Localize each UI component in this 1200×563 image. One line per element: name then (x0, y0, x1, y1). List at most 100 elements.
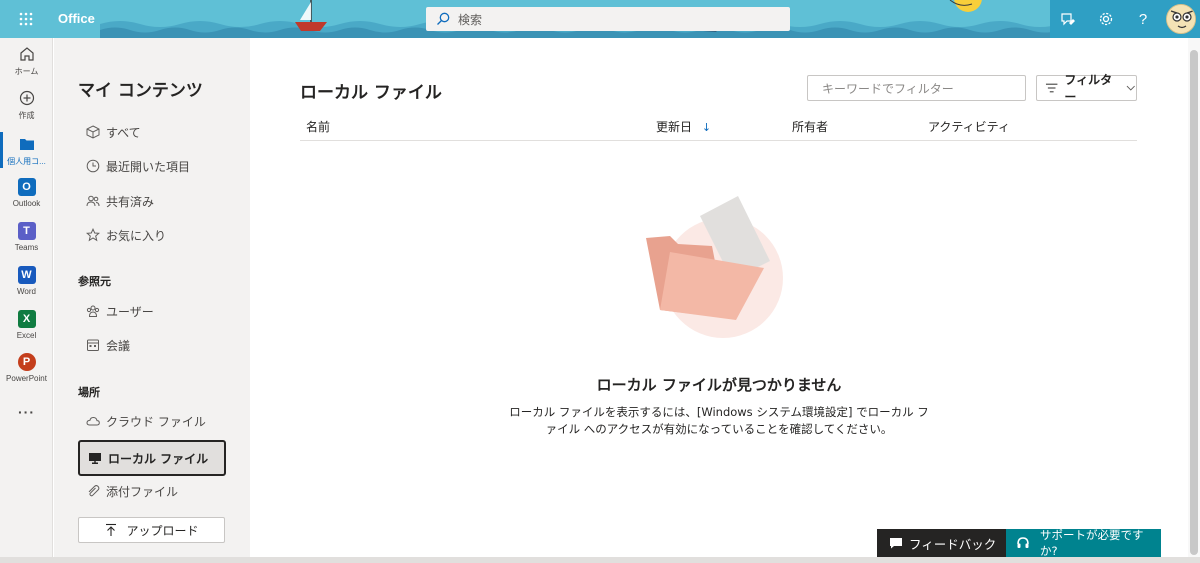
rail-item-excel[interactable]: X Excel (0, 309, 53, 349)
rail-label-create: 作成 (18, 111, 35, 120)
page-title: ローカル ファイル (300, 83, 442, 103)
group-icon (86, 305, 100, 317)
nav-label-people: ユーザー (106, 304, 154, 319)
empty-state-title: ローカル ファイルが見つかりません (596, 376, 842, 394)
nav-item-cloud-files[interactable]: クラウド ファイル (78, 407, 226, 435)
rail-label-home: ホーム (14, 67, 39, 76)
nav-item-local-files[interactable]: ローカル ファイル (78, 440, 226, 476)
chevron-down-icon (1127, 85, 1136, 91)
calendar-icon (87, 339, 99, 351)
vertical-scrollbar[interactable] (1188, 38, 1200, 558)
rail-label-my-content: 個人用コ... (7, 157, 46, 166)
home-icon (19, 47, 34, 61)
rail-item-powerpoint[interactable]: P PowerPoint (0, 352, 53, 392)
outlook-icon: O (17, 178, 36, 196)
filter-button[interactable]: フィルター (1036, 73, 1137, 104)
help-button[interactable]: ? (1133, 9, 1153, 29)
app-rail: ホーム 作成 個人用コ... O Outlook T Teams W Word (0, 38, 53, 563)
support-label: サポートが必要ですか? (1039, 528, 1144, 558)
chat-bubble-icon (890, 538, 902, 549)
nav-item-meetings[interactable]: 会議 (78, 331, 226, 359)
office-brand-link[interactable]: Office (58, 11, 95, 26)
people-icon (86, 195, 100, 207)
rail-item-word[interactable]: W Word (0, 265, 53, 305)
gear-icon (1099, 12, 1113, 26)
settings-button[interactable] (1096, 9, 1116, 29)
nav-item-attachments[interactable]: 添付ファイル (78, 477, 226, 505)
waffle-icon (19, 12, 33, 26)
filter-label: フィルター (1064, 73, 1113, 104)
cloud-icon (86, 416, 100, 426)
clock-icon (86, 159, 100, 173)
content-nav: マイ コンテンツ すべて 最近開いた項目 共有済み お気に入り 参照元 ユーザー… (54, 38, 250, 563)
nav-label-favorites: お気に入り (106, 228, 167, 243)
rail-label-word: Word (17, 287, 36, 296)
teams-icon: T (17, 222, 36, 240)
empty-state-description: ローカル ファイルを表示するには、[Windows システム環境設定] でローカ… (509, 405, 929, 436)
rail-label-powerpoint: PowerPoint (6, 374, 47, 383)
column-header-name[interactable]: 名前 (306, 118, 330, 135)
nav-item-all[interactable]: すべて (78, 118, 226, 146)
feedback-label: フィードバック (909, 536, 997, 552)
excel-icon: X (17, 310, 36, 328)
rail-item-my-content[interactable]: 個人用コ... (0, 132, 53, 174)
nav-section-browse: 参照元 (78, 275, 111, 288)
column-header-modified-label: 更新日 (656, 120, 693, 134)
rail-more-apps-button[interactable]: ··· (0, 402, 53, 442)
column-header-owner[interactable]: 所有者 (792, 118, 828, 135)
search-placeholder: 検索 (458, 12, 483, 27)
filter-lines-icon (1045, 83, 1058, 93)
support-button[interactable]: サポートが必要ですか? (1006, 528, 1161, 558)
nav-label-shared: 共有済み (106, 194, 155, 209)
column-header-activity[interactable]: アクティビティ (928, 118, 1010, 135)
nav-item-shared[interactable]: 共有済み (78, 187, 226, 215)
scrollbar-thumb[interactable] (1190, 50, 1198, 555)
nav-label-attachments: 添付ファイル (106, 484, 179, 499)
create-icon (19, 90, 34, 106)
nav-label-cloud-files: クラウド ファイル (106, 414, 206, 429)
top-header: Office 検索 ? (0, 0, 1200, 38)
rail-label-outlook: Outlook (12, 199, 41, 208)
user-avatar[interactable] (1166, 4, 1196, 34)
feedback-button[interactable]: フィードバック (877, 529, 1006, 557)
nav-label-recent: 最近開いた項目 (106, 159, 191, 174)
whats-new-button[interactable] (1058, 9, 1078, 29)
upload-label: アップロード (126, 523, 199, 538)
main-content: ローカル ファイル キーワードでフィルター フィルター 名前 更新日 ↓ 所有者… (250, 38, 1188, 563)
column-divider (300, 140, 1137, 141)
nav-item-people[interactable]: ユーザー (78, 297, 226, 325)
monitor-icon (89, 453, 101, 464)
question-icon: ? (1138, 10, 1148, 28)
nav-item-recent[interactable]: 最近開いた項目 (78, 152, 226, 180)
rail-label-teams: Teams (14, 243, 39, 252)
nav-label-local-files: ローカル ファイル (108, 451, 209, 466)
nav-title: マイ コンテンツ (78, 81, 203, 101)
bottom-strip (0, 557, 1200, 563)
headset-icon (1017, 537, 1029, 548)
more-icon: ··· (18, 404, 35, 420)
upload-button[interactable]: アップロード (78, 517, 225, 543)
rail-item-teams[interactable]: T Teams (0, 221, 53, 261)
nav-label-all: すべて (106, 125, 141, 140)
folder-icon (19, 139, 34, 150)
star-icon (86, 228, 100, 242)
cube-icon (86, 125, 100, 139)
nav-section-places: 場所 (78, 386, 100, 399)
rail-item-home[interactable]: ホーム (0, 44, 53, 84)
rail-item-create[interactable]: 作成 (0, 88, 53, 128)
nav-item-favorites[interactable]: お気に入り (78, 221, 226, 249)
search-icon (437, 12, 450, 25)
paperclip-icon (88, 485, 100, 497)
search-box[interactable]: 検索 (426, 7, 790, 31)
empty-folder-illustration (646, 196, 783, 338)
column-header-modified[interactable]: 更新日 ↓ (656, 118, 711, 135)
keyword-filter-input[interactable]: キーワードでフィルター (807, 75, 1026, 101)
word-icon: W (17, 266, 36, 284)
rail-item-outlook[interactable]: O Outlook (0, 177, 53, 217)
powerpoint-icon: P (17, 353, 36, 371)
rail-label-excel: Excel (16, 331, 37, 340)
app-launcher-button[interactable] (0, 0, 52, 38)
nav-label-meetings: 会議 (106, 338, 131, 353)
sort-arrow-icon: ↓ (701, 121, 712, 134)
upload-icon (106, 523, 117, 536)
